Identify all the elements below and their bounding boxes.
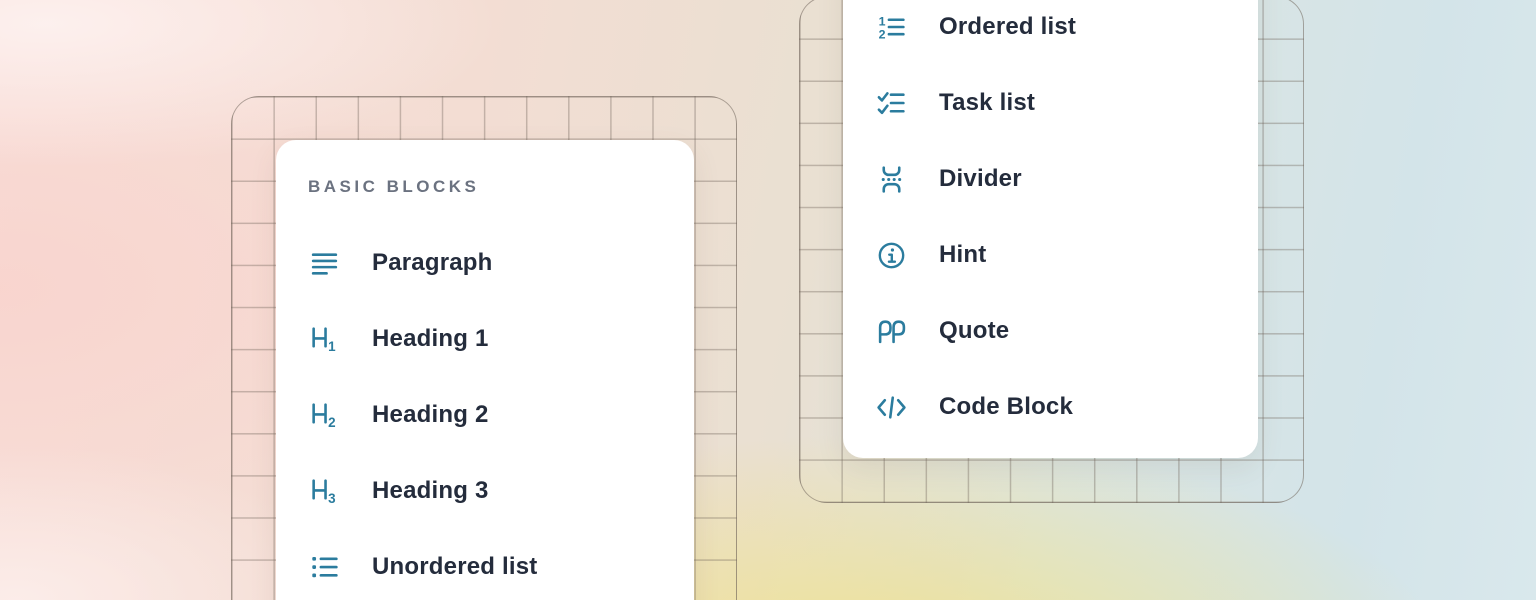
unordered-list-icon (308, 551, 340, 583)
svg-text:3: 3 (328, 490, 335, 505)
menu-item-list-left: Paragraph 1 Heading 1 2 Heading 2 3 Head… (276, 225, 694, 600)
svg-text:2: 2 (878, 27, 885, 41)
menu-item-label: Code Block (939, 393, 1073, 421)
menu-item-label: Task list (939, 89, 1035, 117)
menu-item-label: Ordered list (939, 13, 1076, 41)
background-canvas: BASIC BLOCKS Paragraph 1 Heading 1 2 Hea… (0, 0, 1536, 600)
menu-item-heading-1[interactable]: 1 Heading 1 (276, 301, 694, 377)
menu-item-label: Heading 2 (372, 401, 489, 429)
menu-item-label: Divider (939, 165, 1022, 193)
hint-icon (875, 239, 907, 271)
menu-item-label: Unordered list (372, 553, 538, 581)
section-label-basic-blocks: BASIC BLOCKS (308, 178, 694, 195)
divider-icon (875, 163, 907, 195)
quote-icon (875, 315, 907, 347)
svg-text:1: 1 (878, 14, 885, 28)
menu-item-hint[interactable]: Hint (843, 217, 1258, 293)
menu-item-ordered-list[interactable]: 1 2 Ordered list (843, 0, 1258, 65)
menu-item-label: Quote (939, 317, 1009, 345)
svg-text:1: 1 (328, 338, 336, 353)
menu-item-quote[interactable]: Quote (843, 293, 1258, 369)
ordered-list-icon: 1 2 (875, 11, 907, 43)
menu-item-list-right: 1 2 Ordered list Task list Divider Hint … (843, 0, 1258, 445)
menu-item-label: Hint (939, 241, 986, 269)
heading-2-icon: 2 (308, 399, 340, 431)
task-list-icon (875, 87, 907, 119)
menu-item-label: Heading 3 (372, 477, 489, 505)
menu-item-unordered-list[interactable]: Unordered list (276, 529, 694, 600)
menu-item-divider[interactable]: Divider (843, 141, 1258, 217)
paragraph-icon (308, 247, 340, 279)
menu-item-label: Paragraph (372, 249, 493, 277)
menu-item-code-block[interactable]: Code Block (843, 369, 1258, 445)
menu-item-paragraph[interactable]: Paragraph (276, 225, 694, 301)
blocks-menu-continued: 1 2 Ordered list Task list Divider Hint … (843, 0, 1258, 458)
menu-item-heading-2[interactable]: 2 Heading 2 (276, 377, 694, 453)
menu-item-heading-3[interactable]: 3 Heading 3 (276, 453, 694, 529)
menu-item-label: Heading 1 (372, 325, 489, 353)
menu-item-task-list[interactable]: Task list (843, 65, 1258, 141)
heading-3-icon: 3 (308, 475, 340, 507)
basic-blocks-menu: BASIC BLOCKS Paragraph 1 Heading 1 2 Hea… (276, 140, 694, 600)
code-block-icon (875, 391, 907, 423)
heading-1-icon: 1 (308, 323, 340, 355)
svg-text:2: 2 (328, 414, 335, 429)
